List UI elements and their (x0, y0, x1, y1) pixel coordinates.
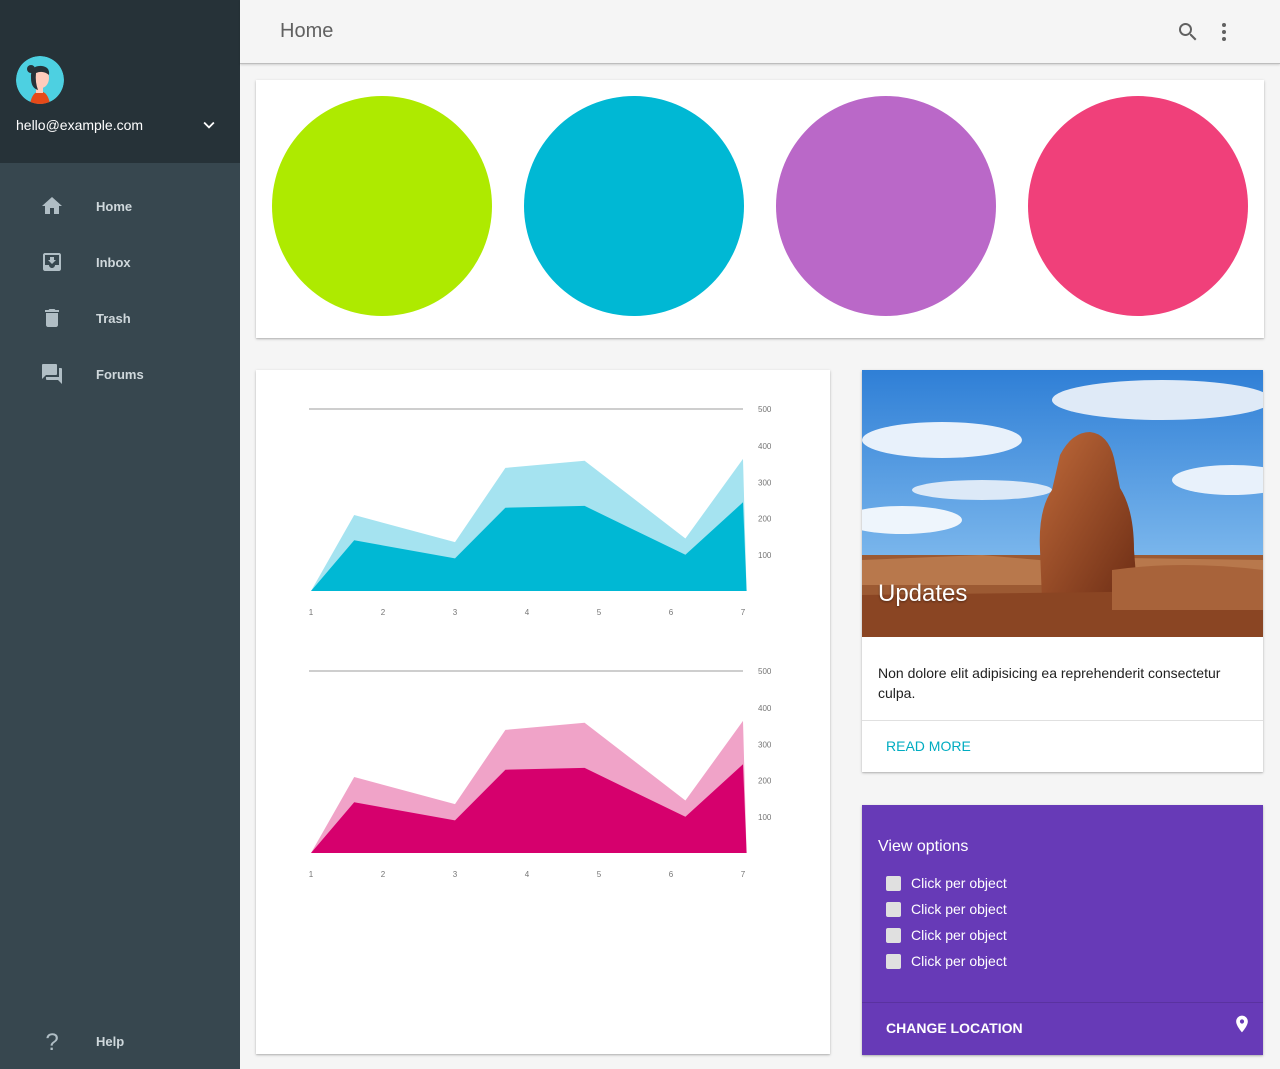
change-location-button[interactable]: CHANGE LOCATION (886, 1020, 1023, 1036)
app-bar: Home (240, 0, 1280, 64)
y-tick-label: 400 (758, 704, 772, 713)
more-vert-icon[interactable] (1212, 20, 1236, 44)
page-title: Home (280, 20, 334, 42)
updates-card: Updates Non dolore elit adipisicing ea r… (862, 370, 1263, 772)
nav-item-forums[interactable]: Forums (0, 346, 240, 402)
chevron-down-icon[interactable] (198, 114, 220, 136)
y-tick-label: 200 (758, 777, 772, 786)
x-tick-label: 6 (669, 870, 674, 879)
updates-text: Non dolore elit adipisicing ea reprehend… (878, 665, 1221, 701)
read-more-button[interactable]: READ MORE (886, 738, 971, 754)
checkbox[interactable] (886, 953, 901, 969)
area-chart-1: 500 400 300 200 100 1 2 3 4 5 6 7 (309, 405, 772, 617)
circle-4 (1028, 96, 1248, 316)
nav-item-trash[interactable]: Trash (0, 290, 240, 346)
x-tick-label: 2 (381, 608, 386, 617)
options-title: View options (878, 838, 969, 855)
nav-item-label: Help (96, 1033, 125, 1049)
inbox-icon (40, 250, 64, 274)
divider (862, 1002, 1263, 1003)
y-tick-label: 400 (758, 442, 772, 451)
option-label: Click per object (911, 953, 1007, 969)
checkbox[interactable] (886, 927, 901, 943)
drawer-header: hello@example.com (0, 0, 240, 163)
home-icon (40, 194, 64, 218)
y-tick-label: 500 (758, 405, 772, 414)
x-tick-label: 7 (741, 608, 746, 617)
nav-item-home[interactable]: Home (0, 178, 240, 234)
checkbox[interactable] (886, 875, 901, 891)
x-tick-label: 4 (525, 870, 530, 879)
y-tick-label: 300 (758, 478, 772, 487)
circle-3 (776, 96, 996, 316)
nav-item-label: Inbox (96, 254, 131, 270)
x-tick-label: 6 (669, 608, 674, 617)
option-checkbox-row[interactable]: Click per object (886, 899, 1007, 919)
view-options-card: View options Click per object Click per … (862, 805, 1263, 1055)
charts-card: 500 400 300 200 100 1 2 3 4 5 6 7 500 400 300 200 100 1 2… (256, 370, 830, 1054)
x-tick-label: 5 (597, 870, 602, 879)
y-tick-label: 100 (758, 813, 772, 822)
avatar[interactable] (16, 56, 64, 104)
nav-item-inbox[interactable]: Inbox (0, 234, 240, 290)
updates-title: Updates (878, 580, 968, 607)
checkbox[interactable] (886, 901, 901, 917)
x-tick-label: 5 (597, 608, 602, 617)
x-tick-label: 2 (381, 870, 386, 879)
option-label: Click per object (911, 901, 1007, 917)
location-pin-icon[interactable] (1232, 1013, 1252, 1035)
y-tick-label: 500 (758, 667, 772, 676)
y-tick-label: 300 (758, 740, 772, 749)
nav-item-help[interactable]: ? Help (0, 1013, 240, 1069)
area-chart-2: 500 400 300 200 100 1 2 3 4 5 6 7 (309, 667, 772, 879)
svg-text:?: ? (45, 1029, 58, 1053)
x-tick-label: 4 (525, 608, 530, 617)
option-label: Click per object (911, 875, 1007, 891)
x-tick-label: 7 (741, 870, 746, 879)
navigation-drawer: hello@example.com Home Inbox Trash Forum… (0, 0, 240, 1069)
x-tick-label: 1 (309, 870, 314, 879)
forum-icon (40, 362, 64, 386)
circle-1 (272, 96, 492, 316)
option-checkbox-row[interactable]: Click per object (886, 951, 1007, 971)
y-tick-label: 200 (758, 515, 772, 524)
circles-card (256, 80, 1264, 338)
nav-item-label: Trash (96, 310, 131, 326)
account-email: hello@example.com (16, 117, 144, 133)
option-checkbox-row[interactable]: Click per object (886, 873, 1007, 893)
option-checkbox-row[interactable]: Click per object (886, 925, 1007, 945)
nav-item-label: Home (96, 198, 133, 214)
x-tick-label: 3 (453, 870, 458, 879)
x-tick-label: 3 (453, 608, 458, 617)
nav-item-label: Forums (96, 366, 144, 382)
circle-2 (524, 96, 744, 316)
option-label: Click per object (911, 927, 1007, 943)
search-icon[interactable] (1176, 20, 1200, 44)
x-tick-label: 1 (309, 608, 314, 617)
y-tick-label: 100 (758, 551, 772, 560)
trash-icon (40, 306, 64, 330)
help-icon: ? (40, 1029, 64, 1056)
divider (862, 720, 1263, 721)
